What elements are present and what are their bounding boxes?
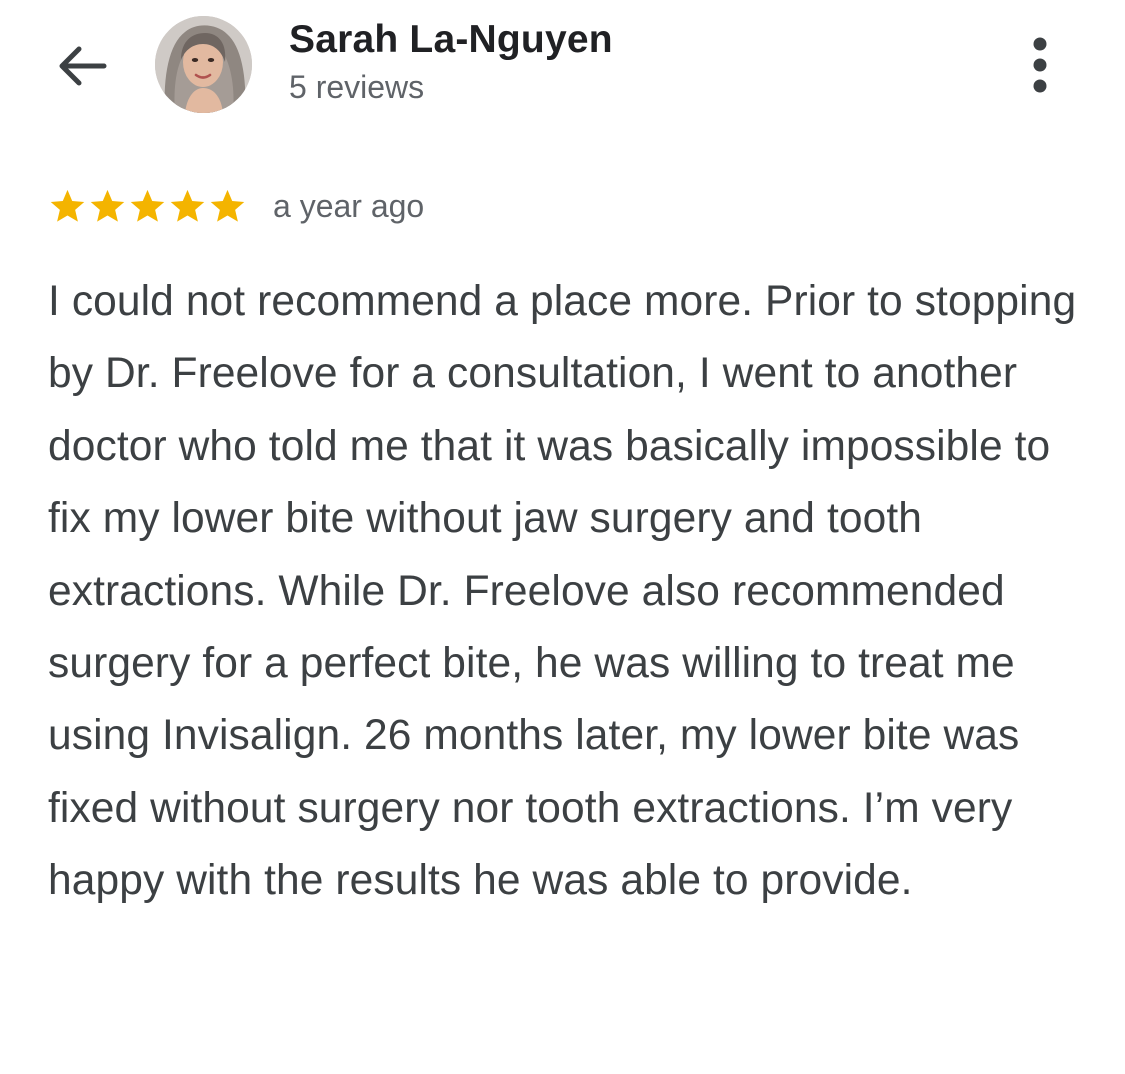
reviewer-photo (155, 16, 252, 113)
avatar[interactable] (155, 16, 252, 113)
star-icon (48, 187, 87, 226)
arrow-left-icon (59, 46, 107, 86)
star-icon (208, 187, 247, 226)
review-date: a year ago (273, 187, 425, 224)
more-vert-icon (1033, 37, 1047, 93)
review-text: I could not recommend a place more. Prio… (48, 278, 1077, 905)
rating-row: a year ago (48, 184, 424, 228)
review-count: 5 reviews (289, 69, 425, 105)
review-header: Sarah La-Nguyen 5 reviews (0, 0, 1125, 130)
star-rating (48, 187, 247, 226)
star-icon (88, 187, 127, 226)
reviewer-name[interactable]: Sarah La-Nguyen (289, 18, 613, 62)
star-icon (128, 187, 167, 226)
star-icon (168, 187, 207, 226)
more-options-button[interactable] (1018, 34, 1062, 98)
back-button[interactable] (52, 36, 112, 96)
